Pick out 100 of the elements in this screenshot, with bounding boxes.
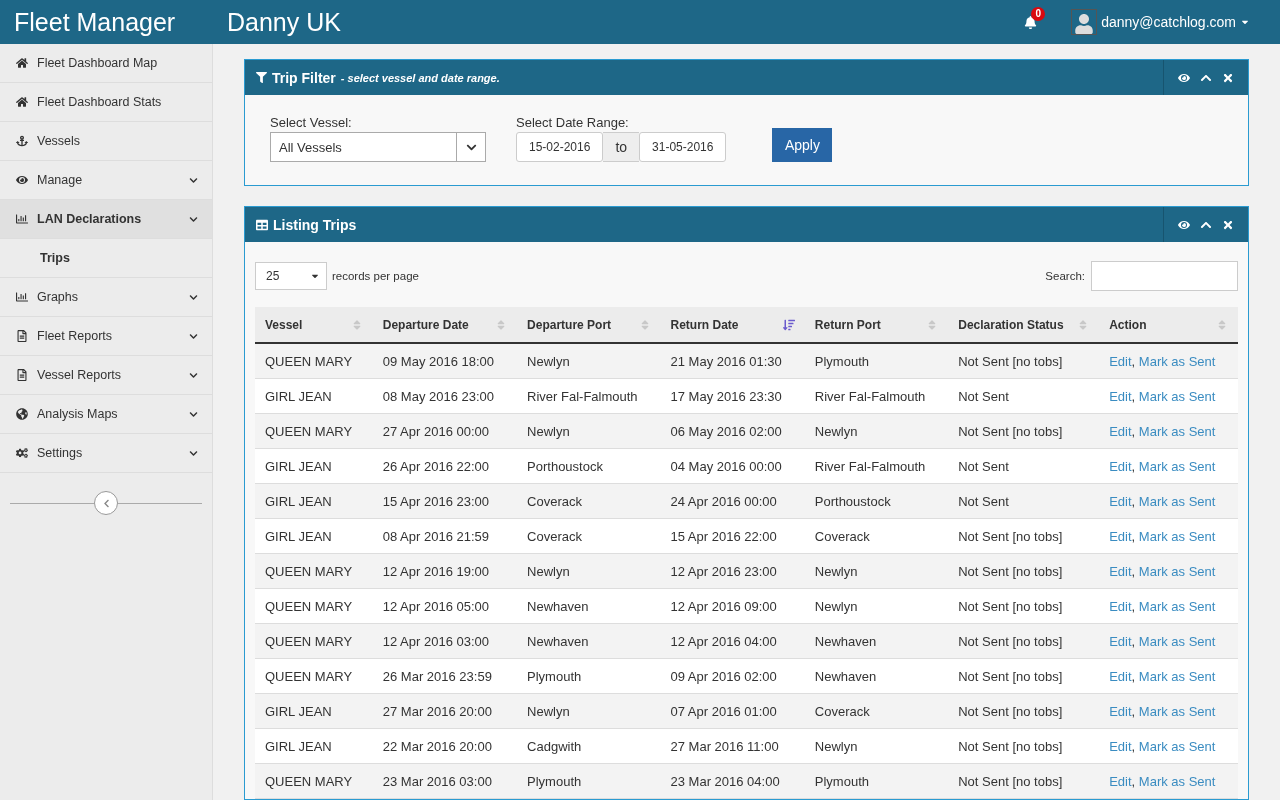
- table-cell: 09 May 2016 18:00: [372, 343, 518, 379]
- table-cell: Not Sent: [948, 483, 1100, 519]
- eye-icon[interactable]: [1178, 218, 1190, 231]
- close-icon[interactable]: [1222, 71, 1234, 84]
- mark-as-sent-link[interactable]: Mark as Sent: [1138, 388, 1216, 404]
- field-label: Select Date Range:: [516, 115, 630, 130]
- apply-button[interactable]: Apply: [772, 128, 833, 162]
- chevron-icon: [189, 331, 198, 341]
- notification-count: 0: [1031, 6, 1046, 21]
- table-cell: Not Sent [no tobs]: [948, 693, 1100, 729]
- table-cell: Newlyn: [804, 728, 949, 764]
- sort-icon: [1216, 318, 1228, 331]
- table-cell: 27 Mar 2016 11:00: [660, 728, 805, 764]
- table-cell: QUEEN MARY: [255, 343, 373, 379]
- table-cell: 12 Apr 2016 05:00: [372, 588, 518, 624]
- sidebar-label: Vessels: [37, 134, 82, 148]
- column-header[interactable]: Return Port: [804, 307, 949, 343]
- edit-link[interactable]: Edit: [1109, 388, 1132, 404]
- edit-link[interactable]: Edit: [1109, 563, 1132, 579]
- table-cell: GIRL JEAN: [255, 483, 373, 519]
- column-header[interactable]: Declaration Status: [948, 307, 1100, 343]
- mark-as-sent-link[interactable]: Mark as Sent: [1138, 703, 1216, 719]
- table-cell: 21 May 2016 01:30: [660, 343, 805, 379]
- date-to-field[interactable]: 31-05-2016: [639, 132, 727, 162]
- separator: ,: [1131, 633, 1137, 649]
- separator: ,: [1131, 458, 1137, 474]
- edit-link[interactable]: Edit: [1109, 528, 1132, 544]
- edit-link[interactable]: Edit: [1109, 353, 1132, 369]
- page-size-label: records per page: [332, 270, 419, 282]
- panel-title: Listing Trips: [273, 216, 357, 233]
- mark-as-sent-link[interactable]: Mark as Sent: [1138, 458, 1216, 474]
- column-header[interactable]: Return Date: [660, 307, 805, 343]
- table-cell: Coverack: [517, 518, 661, 554]
- mark-as-sent-link[interactable]: Mark as Sent: [1138, 668, 1216, 684]
- notification-bell-icon[interactable]: [1024, 15, 1038, 29]
- mark-as-sent-link[interactable]: Mark as Sent: [1138, 633, 1216, 649]
- sidebar-label: Fleet Dashboard Stats: [37, 95, 163, 109]
- mark-as-sent-link[interactable]: Mark as Sent: [1138, 738, 1216, 754]
- mark-as-sent-link[interactable]: Mark as Sent: [1138, 563, 1216, 579]
- column-header[interactable]: Vessel: [255, 307, 373, 343]
- table-cell: 15 Apr 2016 23:00: [372, 483, 518, 519]
- table-cell: Not Sent: [948, 448, 1100, 484]
- table-cell: Porthoustock: [804, 483, 949, 519]
- table-cell: 26 Mar 2016 23:59: [372, 658, 518, 694]
- column-header[interactable]: Departure Port: [517, 307, 661, 343]
- table-cell: Newlyn: [804, 553, 949, 589]
- table-cell: River Fal-Falmouth: [804, 378, 949, 414]
- home-icon: [16, 96, 28, 108]
- separator: ,: [1131, 493, 1137, 509]
- mark-as-sent-link[interactable]: Mark as Sent: [1138, 353, 1216, 369]
- table-cell: Not Sent [no tobs]: [948, 413, 1100, 449]
- table-cell: Plymouth: [517, 763, 661, 799]
- vessel-select[interactable]: All Vessels: [270, 132, 486, 162]
- table-cell: 23 Mar 2016 04:00: [660, 763, 805, 799]
- column-header[interactable]: Action: [1099, 307, 1238, 343]
- page-size-select[interactable]: 25: [255, 262, 327, 290]
- edit-link[interactable]: Edit: [1109, 423, 1132, 439]
- collapse-sidebar-button[interactable]: [94, 491, 118, 515]
- edit-link[interactable]: Edit: [1109, 458, 1132, 474]
- organisation-name: Danny UK: [226, 7, 342, 37]
- table-cell: Newlyn: [517, 553, 661, 589]
- edit-link[interactable]: Edit: [1109, 493, 1132, 509]
- edit-link[interactable]: Edit: [1109, 668, 1132, 684]
- sidebar-item[interactable]: LAN Declarations: [0, 200, 212, 239]
- table-cell: Cadgwith: [517, 728, 661, 764]
- chevron-icon: [189, 409, 198, 419]
- search-field[interactable]: [1091, 261, 1238, 291]
- eye-icon[interactable]: [1178, 71, 1190, 84]
- mark-as-sent-link[interactable]: Mark as Sent: [1138, 423, 1216, 439]
- date-from-field[interactable]: 15-02-2016: [516, 132, 604, 162]
- bar-chart-icon: [16, 213, 28, 225]
- home-icon: [16, 57, 28, 69]
- column-header[interactable]: Departure Date: [372, 307, 518, 343]
- eye-icon: [16, 174, 28, 186]
- mark-as-sent-link[interactable]: Mark as Sent: [1138, 598, 1216, 614]
- table-cell: Coverack: [804, 693, 949, 729]
- table-cell: QUEEN MARY: [255, 413, 373, 449]
- user-menu[interactable]: danny@catchlog.com: [1071, 9, 1250, 35]
- mark-as-sent-link[interactable]: Mark as Sent: [1138, 493, 1216, 509]
- chevron-icon: [189, 292, 198, 302]
- chevron-icon: [189, 175, 198, 185]
- chevron-icon: [189, 214, 198, 224]
- range-separator: to: [603, 132, 640, 162]
- close-icon[interactable]: [1222, 218, 1234, 231]
- edit-link[interactable]: Edit: [1109, 738, 1132, 754]
- mark-as-sent-link[interactable]: Mark as Sent: [1138, 773, 1216, 789]
- separator: ,: [1131, 703, 1137, 719]
- table-cell: Newhaven: [804, 658, 949, 694]
- edit-link[interactable]: Edit: [1109, 598, 1132, 614]
- table-cell: GIRL JEAN: [255, 518, 373, 554]
- table-cell: 04 May 2016 00:00: [660, 448, 805, 484]
- mark-as-sent-link[interactable]: Mark as Sent: [1138, 528, 1216, 544]
- edit-link[interactable]: Edit: [1109, 703, 1132, 719]
- table-cell: Newlyn: [804, 413, 949, 449]
- sidebar-label: Fleet Dashboard Map: [37, 56, 159, 70]
- edit-link[interactable]: Edit: [1109, 773, 1132, 789]
- table-cell: 12 Apr 2016 19:00: [372, 553, 518, 589]
- table-cell: Newlyn: [517, 413, 661, 449]
- edit-link[interactable]: Edit: [1109, 633, 1132, 649]
- table-cell: QUEEN MARY: [255, 658, 373, 694]
